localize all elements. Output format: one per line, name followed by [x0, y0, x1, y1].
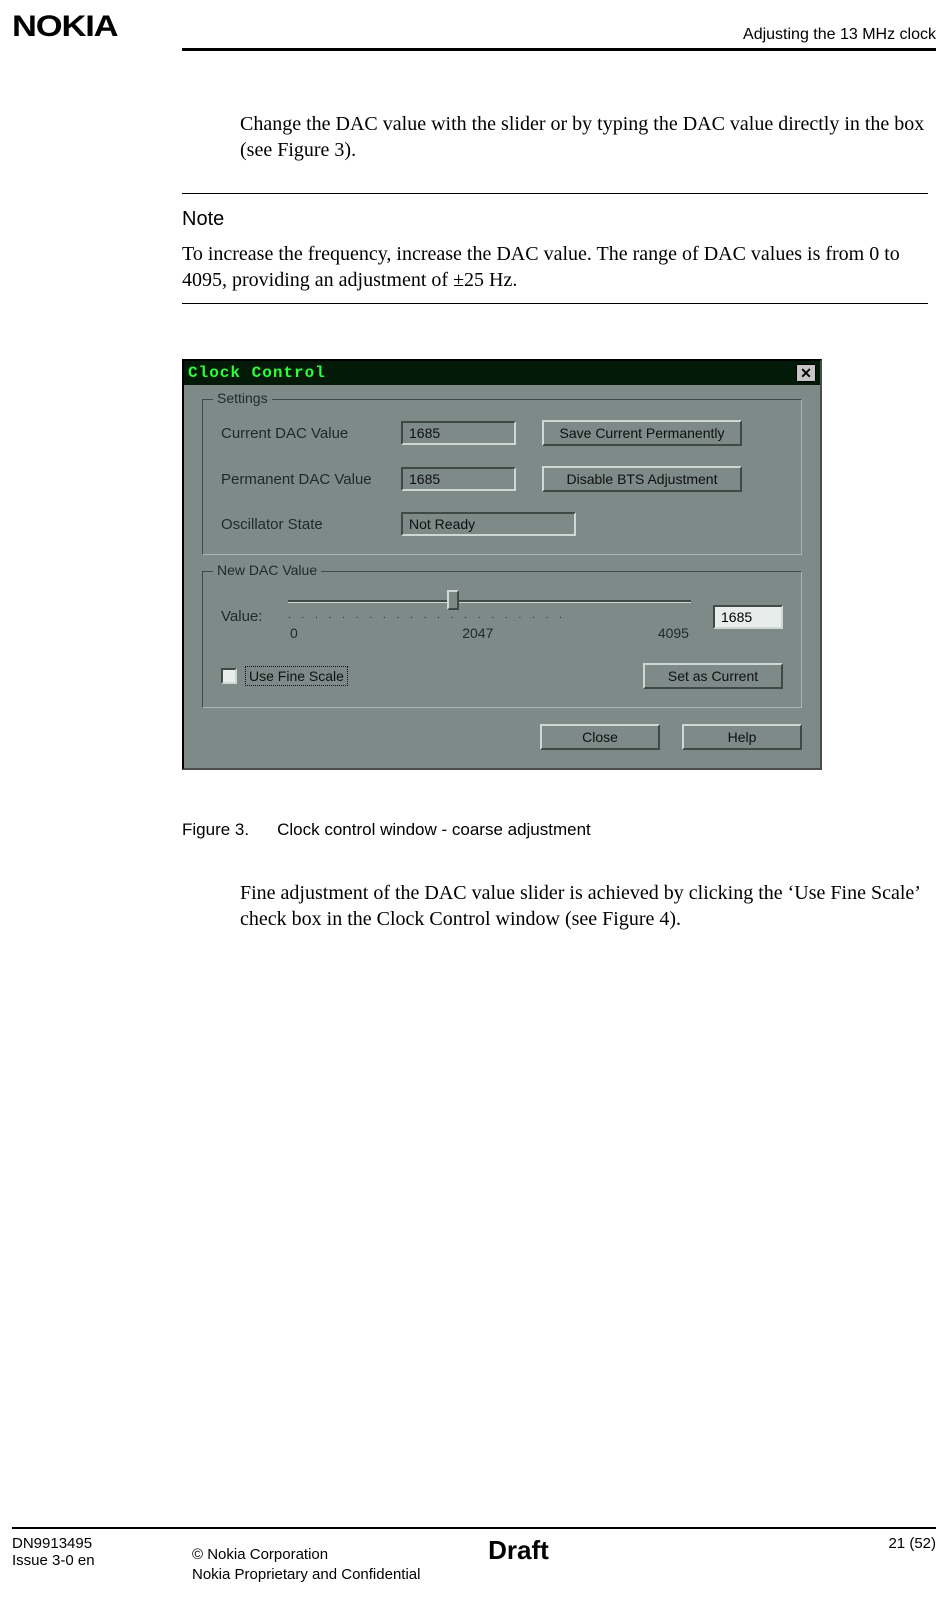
note-heading: Note: [182, 208, 928, 231]
permanent-dac-value: 1685: [401, 467, 516, 491]
doc-issue: Issue 3-0 en: [12, 1552, 192, 1569]
note-rule-bottom: [182, 303, 928, 304]
value-slider-row: Value: . . . . . . . . . . . . . . . . .…: [221, 592, 783, 641]
page-number: 21 (52): [888, 1535, 936, 1552]
current-dac-value: 1685: [401, 421, 516, 445]
footer-left: DN9913495 Issue 3-0 en: [12, 1535, 192, 1569]
header-rule: [182, 48, 936, 51]
nokia-logo: NOKIA: [12, 10, 117, 44]
slider-min-label: 0: [290, 625, 298, 641]
window-title: Clock Control: [188, 364, 326, 382]
footer-rule: [12, 1527, 936, 1529]
slider-ticks: . . . . . . . . . . . . . . . . . . . . …: [288, 610, 691, 623]
close-button[interactable]: Close: [540, 724, 660, 750]
fine-scale-checkbox[interactable]: Use Fine Scale: [221, 666, 348, 686]
page-footer: DN9913495 Issue 3-0 en © Nokia Corporati…: [12, 1527, 936, 1583]
slider-tick-labels: 0 2047 4095: [288, 623, 691, 641]
fine-scale-label: Use Fine Scale: [245, 666, 348, 686]
window-body: Settings Current DAC Value 1685 Save Cur…: [184, 385, 820, 768]
slider-track[interactable]: [288, 596, 691, 606]
slider-max-label: 4095: [658, 625, 689, 641]
figure-3: Clock Control ✕ Settings Current DAC Val…: [182, 359, 928, 770]
page-header: NOKIA Adjusting the 13 MHz clock: [12, 10, 936, 48]
new-dac-group: New DAC Value Value: . . . . . . . . . .…: [202, 571, 802, 708]
intro-paragraph: Change the DAC value with the slider or …: [240, 111, 928, 163]
settings-legend: Settings: [213, 390, 272, 406]
figure-caption-text: Clock control window - coarse adjustment: [277, 820, 591, 840]
close-icon[interactable]: ✕: [796, 364, 816, 382]
confidential: Nokia Proprietary and Confidential: [192, 1566, 888, 1583]
slider-mid-label: 2047: [462, 625, 493, 641]
page-section-title: Adjusting the 13 MHz clock: [743, 26, 936, 44]
page: NOKIA Adjusting the 13 MHz clock Change …: [0, 0, 944, 932]
checkbox-icon[interactable]: [221, 668, 237, 684]
figure-caption-prefix: Figure 3.: [182, 820, 249, 840]
help-button[interactable]: Help: [682, 724, 802, 750]
clock-control-window: Clock Control ✕ Settings Current DAC Val…: [182, 359, 822, 770]
settings-group: Settings Current DAC Value 1685 Save Cur…: [202, 399, 802, 555]
window-titlebar[interactable]: Clock Control ✕: [184, 361, 820, 385]
figure-3-caption: Figure 3. Clock control window - coarse …: [182, 820, 928, 840]
permanent-dac-row: Permanent DAC Value 1685 Disable BTS Adj…: [221, 466, 783, 492]
note-rule-top: [182, 193, 928, 194]
oscillator-state-value: Not Ready: [401, 512, 576, 536]
draft-status: Draft: [488, 1535, 549, 1566]
footer-middle: © Nokia Corporation Draft Nokia Propriet…: [192, 1535, 888, 1583]
body-column: Change the DAC value with the slider or …: [182, 111, 928, 932]
note-body: To increase the frequency, increase the …: [182, 241, 928, 293]
set-as-current-button[interactable]: Set as Current: [643, 663, 783, 689]
current-dac-row: Current DAC Value 1685 Save Current Perm…: [221, 420, 783, 446]
dac-value-input[interactable]: 1685: [713, 605, 783, 629]
current-dac-label: Current DAC Value: [221, 425, 401, 442]
outro-paragraph: Fine adjustment of the DAC value slider …: [240, 880, 928, 932]
value-label: Value:: [221, 608, 276, 625]
dialog-buttons: Close Help: [202, 724, 802, 750]
permanent-dac-label: Permanent DAC Value: [221, 471, 401, 488]
footer-row: DN9913495 Issue 3-0 en © Nokia Corporati…: [12, 1535, 936, 1583]
fine-scale-row: Use Fine Scale Set as Current: [221, 663, 783, 689]
dac-slider[interactable]: . . . . . . . . . . . . . . . . . . . . …: [288, 592, 701, 641]
slider-line: [288, 600, 691, 603]
slider-thumb[interactable]: [447, 590, 459, 610]
save-current-button[interactable]: Save Current Permanently: [542, 420, 742, 446]
disable-bts-button[interactable]: Disable BTS Adjustment: [542, 466, 742, 492]
footer-right: 21 (52): [888, 1535, 936, 1552]
oscillator-state-row: Oscillator State Not Ready: [221, 512, 783, 536]
copyright: © Nokia Corporation: [192, 1546, 328, 1563]
doc-id: DN9913495: [12, 1535, 192, 1552]
oscillator-state-label: Oscillator State: [221, 516, 401, 533]
new-dac-legend: New DAC Value: [213, 562, 321, 578]
